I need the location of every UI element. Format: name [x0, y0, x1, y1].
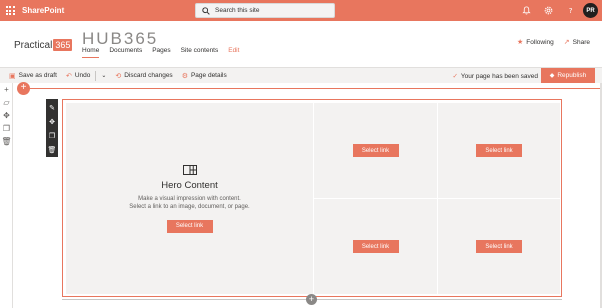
chevron-down-icon[interactable]: ⌄ [101, 72, 106, 79]
gear-icon[interactable] [537, 2, 559, 19]
hero-description-line: Make a visual impression with content. [138, 195, 241, 202]
save-status-label: Your page has been saved [460, 72, 538, 80]
publish-icon: ◆ [549, 73, 555, 79]
save-draft-label: Save as draft [18, 72, 57, 79]
duplicate-icon[interactable]: ❐ [46, 129, 58, 143]
save-draft-button[interactable]: ▣ Save as draft [9, 72, 57, 80]
bell-icon[interactable] [515, 2, 537, 19]
nav-item-documents[interactable]: Documents [109, 47, 142, 58]
comment-icon[interactable]: ▱ [0, 96, 13, 109]
left-toolbox-rail: + ▱ ✥ ❐ 🗑 [0, 83, 13, 308]
move-icon[interactable]: ✥ [46, 115, 58, 129]
hero-title: Hero Content [161, 179, 218, 191]
undo-button[interactable]: ↶ Undo [66, 72, 90, 80]
nav-item-edit[interactable]: Edit [228, 47, 239, 58]
select-link-button[interactable]: Select link [476, 240, 522, 253]
republish-label: Republish [557, 72, 587, 79]
divider [95, 70, 97, 81]
hero-tile[interactable]: Select link [314, 199, 437, 294]
discard-changes-button[interactable]: ⟲ Discard changes [115, 72, 172, 80]
hero-description-line: Select a link to an image, document, or … [129, 203, 250, 210]
header-actions: ★ Following ↗ Share [507, 38, 590, 47]
search-placeholder: Search this site [215, 7, 260, 14]
add-icon[interactable]: + [0, 83, 13, 96]
page-details-button[interactable]: ⚙ Page details [182, 72, 227, 80]
save-icon: ▣ [9, 72, 16, 80]
following-label: Following [526, 38, 554, 46]
move-icon[interactable]: ✥ [0, 109, 13, 122]
following-button[interactable]: ★ Following [517, 38, 554, 47]
delete-icon[interactable]: 🗑 [0, 135, 13, 148]
hero-tile[interactable]: Select link [314, 103, 437, 198]
star-icon: ★ [517, 39, 524, 46]
suite-bar: SharePoint Search this site ? PR [0, 0, 602, 21]
webpart-toolbar: ✎ ✥ ❐ 🗑 [46, 99, 58, 157]
select-link-button[interactable]: Select link [352, 240, 399, 253]
logo-badge: 365 [53, 39, 73, 51]
share-label: Share [572, 38, 590, 46]
site-title[interactable]: HUB365 [82, 29, 158, 49]
gear-icon: ⚙ [181, 72, 188, 80]
command-bar: ▣ Save as draft ↶ Undo ⌄ ⟲ Discard chang… [0, 67, 602, 83]
hero-grid: Hero Content Make a visual impression wi… [66, 103, 560, 294]
svg-text:?: ? [568, 6, 572, 15]
hero-layout-icon [182, 164, 197, 175]
hero-tile[interactable]: Select link [438, 103, 560, 198]
nav-item-home[interactable]: Home [82, 47, 100, 58]
republish-button[interactable]: ◆ Republish [541, 68, 595, 83]
nav-item-pages[interactable]: Pages [152, 47, 170, 58]
copy-icon[interactable]: ❐ [0, 122, 13, 135]
avatar[interactable]: PR [583, 3, 598, 18]
page-details-label: Page details [190, 72, 227, 79]
edit-pencil-icon[interactable]: ✎ [46, 101, 58, 115]
undo-icon: ↶ [65, 72, 72, 80]
section-divider [27, 88, 602, 89]
discard-label: Discard changes [124, 72, 173, 79]
app-launcher-icon[interactable] [0, 0, 20, 21]
site-nav: Home Documents Pages Site contents Edit [82, 47, 249, 58]
hero-description: Make a visual impression with content. S… [129, 195, 249, 211]
select-link-button[interactable]: Select link [352, 144, 399, 157]
delete-icon[interactable]: 🗑 [46, 143, 58, 157]
select-link-button[interactable]: Select link [476, 144, 522, 157]
logo-text: Practical [14, 39, 53, 51]
app-name[interactable]: SharePoint [22, 6, 64, 15]
search-box[interactable]: Search this site [195, 3, 335, 18]
share-icon: ↗ [563, 39, 570, 46]
help-icon[interactable]: ? [559, 2, 581, 19]
hero-webpart[interactable]: Hero Content Make a visual impression wi… [62, 99, 562, 297]
hero-tile[interactable]: Select link [438, 199, 560, 294]
nav-item-site-contents[interactable]: Site contents [181, 47, 219, 58]
search-icon [202, 6, 210, 15]
add-section-button[interactable]: + [17, 82, 30, 95]
save-status: ✓ Your page has been saved [452, 72, 538, 81]
add-webpart-button[interactable]: + [306, 294, 317, 305]
discard-icon: ⟲ [115, 72, 122, 80]
undo-label: Undo [74, 72, 91, 79]
select-link-button[interactable]: Select link [166, 219, 213, 233]
suite-icons: ? PR [515, 2, 598, 19]
site-header: Practical 365 HUB365 Home Documents Page… [0, 21, 602, 67]
share-button[interactable]: ↗ Share [563, 38, 590, 47]
site-logo[interactable]: Practical 365 [14, 39, 73, 51]
checkmark-icon: ✓ [452, 73, 458, 80]
hero-tile-main[interactable]: Hero Content Make a visual impression wi… [66, 103, 313, 294]
